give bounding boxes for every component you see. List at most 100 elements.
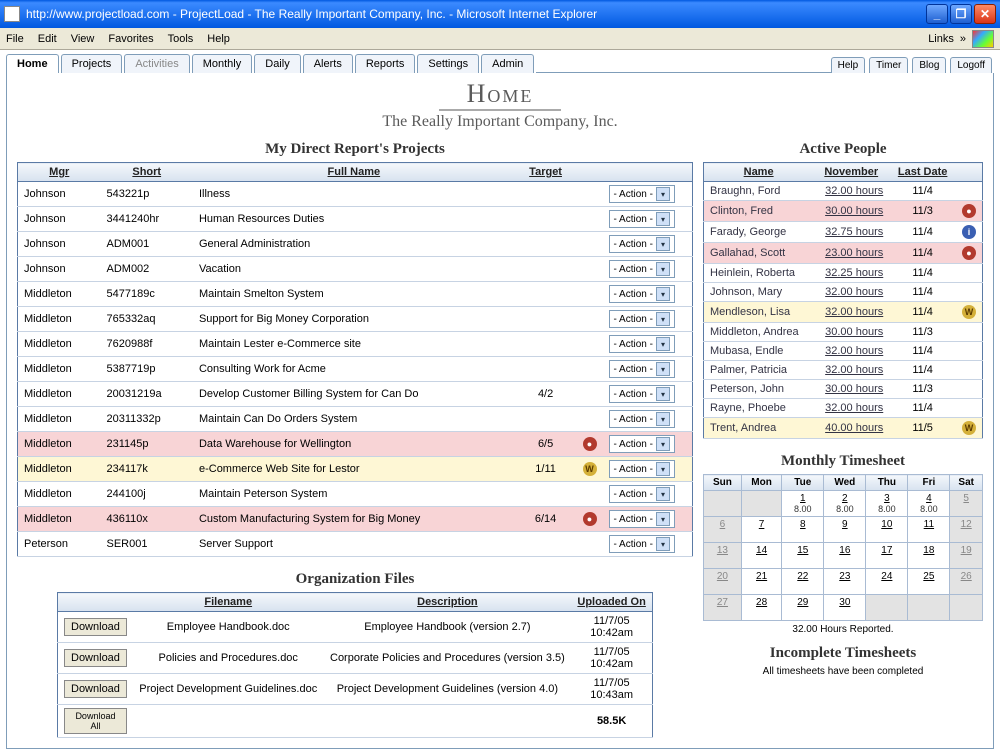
project-action-select[interactable]: - Action -▾ [609, 235, 675, 253]
cal-day-number[interactable]: 19 [954, 545, 978, 556]
cal-cell[interactable]: 6 [704, 517, 742, 543]
files-header-description[interactable]: Description [324, 593, 572, 612]
people-name[interactable]: Heinlein, Roberta [704, 264, 814, 283]
tab-daily[interactable]: Daily [254, 54, 300, 73]
cal-day-number[interactable]: 30 [828, 597, 861, 608]
project-action-select[interactable]: - Action -▾ [609, 185, 675, 203]
maximize-button[interactable]: ❐ [950, 4, 972, 24]
cal-cell[interactable]: 30 [824, 595, 866, 621]
project-action-select[interactable]: - Action -▾ [609, 435, 675, 453]
cal-day-number[interactable]: 17 [870, 545, 903, 556]
cal-day-number[interactable]: 28 [746, 597, 777, 608]
cal-cell[interactable]: 10 [866, 517, 908, 543]
cal-day-number[interactable]: 23 [828, 571, 861, 582]
cal-cell[interactable]: 9 [824, 517, 866, 543]
tab-monthly[interactable]: Monthly [192, 54, 253, 73]
cal-cell[interactable]: 25 [908, 569, 950, 595]
people-hours[interactable]: 30.00 hours [813, 323, 889, 342]
cal-day-number[interactable]: 8 [786, 519, 819, 530]
project-action-select[interactable]: - Action -▾ [609, 485, 675, 503]
cal-day-number[interactable]: 29 [786, 597, 819, 608]
download-all-button[interactable]: Download All [64, 708, 127, 734]
cal-cell[interactable]: 7 [741, 517, 781, 543]
cal-day-number[interactable]: 5 [954, 493, 978, 504]
projects-header-target[interactable]: Target [515, 163, 577, 182]
people-name[interactable]: Palmer, Patricia [704, 361, 814, 380]
cal-day-number[interactable]: 18 [912, 545, 945, 556]
cal-cell[interactable]: 23 [824, 569, 866, 595]
people-name[interactable]: Middleton, Andrea [704, 323, 814, 342]
people-hours[interactable]: 40.00 hours [813, 418, 889, 439]
cal-day-number[interactable]: 1 [786, 493, 819, 504]
people-name[interactable]: Farady, George [704, 222, 814, 243]
people-name[interactable]: Gallahad, Scott [704, 243, 814, 264]
project-action-select[interactable]: - Action -▾ [609, 260, 675, 278]
people-hours[interactable]: 32.00 hours [813, 342, 889, 361]
cal-day-number[interactable]: 13 [708, 545, 737, 556]
cal-cell[interactable]: 13 [704, 543, 742, 569]
cal-cell[interactable]: 20 [704, 569, 742, 595]
cal-cell[interactable]: 8 [782, 517, 824, 543]
cal-cell[interactable]: 14 [741, 543, 781, 569]
people-hours[interactable]: 32.25 hours [813, 264, 889, 283]
tab-projects[interactable]: Projects [61, 54, 123, 73]
cal-cell[interactable]: 28 [741, 595, 781, 621]
cal-cell[interactable]: 12 [950, 517, 983, 543]
cal-cell[interactable]: 26 [950, 569, 983, 595]
people-name[interactable]: Johnson, Mary [704, 283, 814, 302]
cal-day-number[interactable]: 16 [828, 545, 861, 556]
projects-header-full[interactable]: Full Name [193, 163, 515, 182]
cal-day-number[interactable]: 20 [708, 571, 737, 582]
cal-day-number[interactable]: 3 [870, 493, 903, 504]
cal-cell[interactable]: 18.00 [782, 491, 824, 517]
people-name[interactable]: Peterson, John [704, 380, 814, 399]
project-action-select[interactable]: - Action -▾ [609, 310, 675, 328]
people-header-last[interactable]: Last Date [889, 163, 956, 182]
tab-reports[interactable]: Reports [355, 54, 416, 73]
people-hours[interactable]: 32.00 hours [813, 361, 889, 380]
cal-cell[interactable]: 24 [866, 569, 908, 595]
menu-help[interactable]: Help [207, 33, 230, 45]
people-hours[interactable]: 32.00 hours [813, 302, 889, 323]
cal-day-number[interactable]: 24 [870, 571, 903, 582]
cal-cell[interactable]: 15 [782, 543, 824, 569]
projects-header-mgr[interactable]: Mgr [18, 163, 101, 182]
cal-cell[interactable]: 18 [908, 543, 950, 569]
download-button[interactable]: Download [64, 680, 127, 698]
people-name[interactable]: Clinton, Fred [704, 201, 814, 222]
people-hours[interactable]: 32.75 hours [813, 222, 889, 243]
cal-day-number[interactable]: 12 [954, 519, 978, 530]
files-header-uploaded[interactable]: Uploaded On [571, 593, 652, 612]
menu-tools[interactable]: Tools [168, 33, 194, 45]
cal-day-number[interactable]: 6 [708, 519, 737, 530]
people-header-month[interactable]: November [813, 163, 889, 182]
project-action-select[interactable]: - Action -▾ [609, 510, 675, 528]
cal-cell[interactable]: 19 [950, 543, 983, 569]
files-header-filename[interactable]: Filename [133, 593, 324, 612]
links-chevron-icon[interactable]: » [960, 33, 966, 45]
cal-day-number[interactable]: 27 [708, 597, 737, 608]
people-hours[interactable]: 32.00 hours [813, 283, 889, 302]
nav-timer-button[interactable]: Timer [869, 57, 908, 73]
cal-day-number[interactable]: 4 [912, 493, 945, 504]
download-button[interactable]: Download [64, 649, 127, 667]
tab-home[interactable]: Home [6, 54, 59, 73]
menu-view[interactable]: View [71, 33, 95, 45]
cal-day-number[interactable]: 11 [912, 519, 945, 530]
projects-header-short[interactable]: Short [101, 163, 193, 182]
people-name[interactable]: Braughn, Ford [704, 182, 814, 201]
cal-cell[interactable]: 22 [782, 569, 824, 595]
cal-day-number[interactable]: 10 [870, 519, 903, 530]
project-action-select[interactable]: - Action -▾ [609, 335, 675, 353]
nav-logoff-button[interactable]: Logoff [950, 57, 992, 73]
cal-cell[interactable]: 48.00 [908, 491, 950, 517]
cal-day-number[interactable]: 9 [828, 519, 861, 530]
cal-day-number[interactable]: 26 [954, 571, 978, 582]
cal-cell[interactable]: 17 [866, 543, 908, 569]
cal-cell[interactable]: 21 [741, 569, 781, 595]
people-hours[interactable]: 30.00 hours [813, 201, 889, 222]
people-name[interactable]: Trent, Andrea [704, 418, 814, 439]
people-hours[interactable]: 23.00 hours [813, 243, 889, 264]
cal-cell[interactable]: 38.00 [866, 491, 908, 517]
cal-day-number[interactable]: 22 [786, 571, 819, 582]
